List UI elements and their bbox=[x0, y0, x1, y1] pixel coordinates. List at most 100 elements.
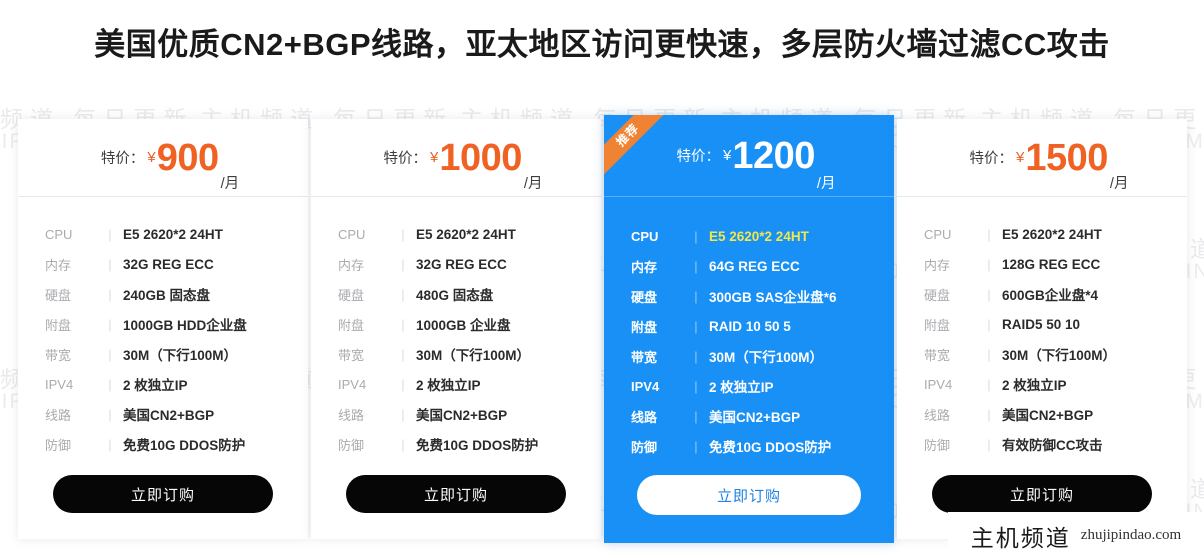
spec-list: CPU | E5 2620*2 24HT 内存 | 128G REG ECC 硬盘 | 600G… bbox=[897, 197, 1187, 463]
spec-label: 内存 bbox=[924, 257, 951, 273]
pricing-card-1000: 特价： ¥1000/月 CPU | E5 2620*2 24HT 内存 | 32G REG E… bbox=[311, 119, 601, 539]
spec-value: 240GB 固态盘 bbox=[123, 288, 211, 303]
spec-value: 2 枚独立IP bbox=[123, 378, 188, 393]
spec-label: 带宽 bbox=[924, 347, 951, 363]
spec-value: 128G REG ECC bbox=[1002, 256, 1101, 272]
spec-label: 附盘 bbox=[631, 319, 658, 335]
spec-row: 附盘 | RAID 10 50 5 bbox=[604, 311, 894, 341]
spec-separator-icon: | bbox=[401, 376, 405, 392]
buy-now-button[interactable]: 立即订购 bbox=[53, 475, 273, 513]
spec-label: CPU bbox=[924, 226, 952, 242]
spec-label: 线路 bbox=[338, 407, 365, 423]
spec-row: 内存 | 32G REG ECC bbox=[18, 249, 308, 279]
spec-row: 带宽 | 30M（下行100M） bbox=[311, 339, 601, 369]
spec-label: 防御 bbox=[924, 437, 951, 453]
spec-value: E5 2620*2 24HT bbox=[1002, 226, 1102, 242]
spec-separator-icon: | bbox=[694, 348, 698, 364]
buy-now-button[interactable]: 立即订购 bbox=[637, 475, 861, 515]
spec-value: E5 2620*2 24HT bbox=[416, 226, 516, 242]
spec-row: 线路 | 美国CN2+BGP bbox=[897, 399, 1187, 429]
corner-watermark-cn: 主机频道 bbox=[970, 524, 1071, 551]
spec-separator-icon: | bbox=[987, 436, 991, 452]
spec-label: CPU bbox=[338, 226, 366, 242]
spec-label: 附盘 bbox=[338, 317, 365, 333]
spec-row: 线路 | 美国CN2+BGP bbox=[311, 399, 601, 429]
spec-value: 有效防御CC攻击 bbox=[1002, 438, 1103, 453]
spec-row: 内存 | 64G REG ECC bbox=[604, 251, 894, 281]
spec-label: 内存 bbox=[45, 257, 72, 273]
spec-label: 内存 bbox=[338, 257, 365, 273]
spec-value: E5 2620*2 24HT bbox=[709, 228, 809, 244]
price-unit-label: /月 bbox=[523, 176, 543, 192]
spec-separator-icon: | bbox=[108, 436, 112, 452]
spec-separator-icon: | bbox=[694, 258, 698, 274]
spec-separator-icon: | bbox=[401, 286, 405, 302]
price-prefix-label: 特价： bbox=[969, 151, 1014, 167]
spec-separator-icon: | bbox=[987, 226, 991, 242]
pricing-cards-row: 特价： ¥900/月 CPU | E5 2620*2 24HT 内存 | 32G REG EC… bbox=[18, 115, 1188, 543]
page-title: 美国优质CN2+BGP线路，亚太地区访问更快速，多层防火墙过滤CC攻击 bbox=[94, 27, 1110, 62]
spec-label: CPU bbox=[631, 228, 659, 244]
currency-symbol: ¥ bbox=[1016, 149, 1025, 166]
price-header: 特价： ¥900/月 bbox=[18, 119, 308, 197]
spec-row: CPU | E5 2620*2 24HT bbox=[604, 221, 894, 251]
spec-value: 30M（下行100M） bbox=[709, 350, 824, 365]
price-prefix-label: 特价： bbox=[676, 149, 721, 165]
spec-label: 附盘 bbox=[45, 317, 72, 333]
price-header: 特价： ¥1000/月 bbox=[311, 119, 601, 197]
spec-label: 线路 bbox=[631, 409, 658, 425]
spec-value: RAID 10 50 5 bbox=[709, 318, 791, 334]
spec-separator-icon: | bbox=[401, 346, 405, 362]
spec-separator-icon: | bbox=[694, 288, 698, 304]
spec-separator-icon: | bbox=[401, 256, 405, 272]
spec-separator-icon: | bbox=[108, 406, 112, 422]
pricing-card-900: 特价： ¥900/月 CPU | E5 2620*2 24HT 内存 | 32G REG EC… bbox=[18, 119, 308, 539]
spec-row: 防御 | 免费10G DDOS防护 bbox=[18, 429, 308, 459]
spec-separator-icon: | bbox=[694, 408, 698, 424]
spec-value: 美国CN2+BGP bbox=[709, 410, 801, 425]
spec-value: 2 枚独立IP bbox=[1002, 378, 1067, 393]
spec-list: CPU | E5 2620*2 24HT 内存 | 64G REG ECC 硬盘 | 300GB… bbox=[604, 197, 894, 463]
spec-separator-icon: | bbox=[401, 226, 405, 242]
spec-separator-icon: | bbox=[401, 316, 405, 332]
spec-value: 32G REG ECC bbox=[123, 256, 214, 272]
spec-label: 硬盘 bbox=[338, 287, 365, 303]
spec-value: 2 枚独立IP bbox=[709, 380, 774, 395]
spec-row: 防御 | 免费10G DDOS防护 bbox=[604, 431, 894, 461]
spec-row: 附盘 | 1000GB HDD企业盘 bbox=[18, 309, 308, 339]
spec-row: 附盘 | RAID5 50 10 bbox=[897, 309, 1187, 339]
spec-row: 内存 | 128G REG ECC bbox=[897, 249, 1187, 279]
buy-now-button[interactable]: 立即订购 bbox=[346, 475, 566, 513]
spec-row: 带宽 | 30M（下行100M） bbox=[18, 339, 308, 369]
buy-button-wrap: 立即订购 bbox=[311, 463, 601, 539]
spec-value: 免费10G DDOS防护 bbox=[123, 438, 246, 453]
spec-row: IPV4 | 2 枚独立IP bbox=[18, 369, 308, 399]
buy-button-wrap: 立即订购 bbox=[604, 463, 894, 543]
spec-row: 硬盘 | 300GB SAS企业盘*6 bbox=[604, 281, 894, 311]
spec-label: 带宽 bbox=[631, 349, 658, 365]
spec-separator-icon: | bbox=[987, 256, 991, 272]
spec-value: 30M（下行100M） bbox=[1002, 348, 1117, 363]
buy-button-wrap: 立即订购 bbox=[18, 463, 308, 539]
spec-label: 硬盘 bbox=[45, 287, 72, 303]
spec-label: 防御 bbox=[631, 439, 658, 455]
spec-value: 免费10G DDOS防护 bbox=[416, 438, 539, 453]
buy-now-button[interactable]: 立即订购 bbox=[932, 475, 1152, 513]
spec-value: 32G REG ECC bbox=[416, 256, 507, 272]
spec-value: 64G REG ECC bbox=[709, 258, 800, 274]
currency-symbol: ¥ bbox=[430, 149, 439, 166]
spec-value: 1000GB 企业盘 bbox=[416, 318, 511, 333]
spec-label: 防御 bbox=[338, 437, 365, 453]
spec-value: E5 2620*2 24HT bbox=[123, 226, 223, 242]
spec-row: IPV4 | 2 枚独立IP bbox=[311, 369, 601, 399]
spec-row: 线路 | 美国CN2+BGP bbox=[604, 401, 894, 431]
spec-separator-icon: | bbox=[401, 436, 405, 452]
spec-value: 1000GB HDD企业盘 bbox=[123, 318, 247, 333]
spec-label: 附盘 bbox=[924, 317, 951, 333]
spec-label: IPV4 bbox=[924, 376, 953, 392]
price-unit-label: /月 bbox=[220, 176, 240, 192]
spec-row: 防御 | 有效防御CC攻击 bbox=[897, 429, 1187, 459]
spec-label: 线路 bbox=[924, 407, 951, 423]
price-amount: 1500 bbox=[1025, 136, 1108, 179]
spec-row: 内存 | 32G REG ECC bbox=[311, 249, 601, 279]
